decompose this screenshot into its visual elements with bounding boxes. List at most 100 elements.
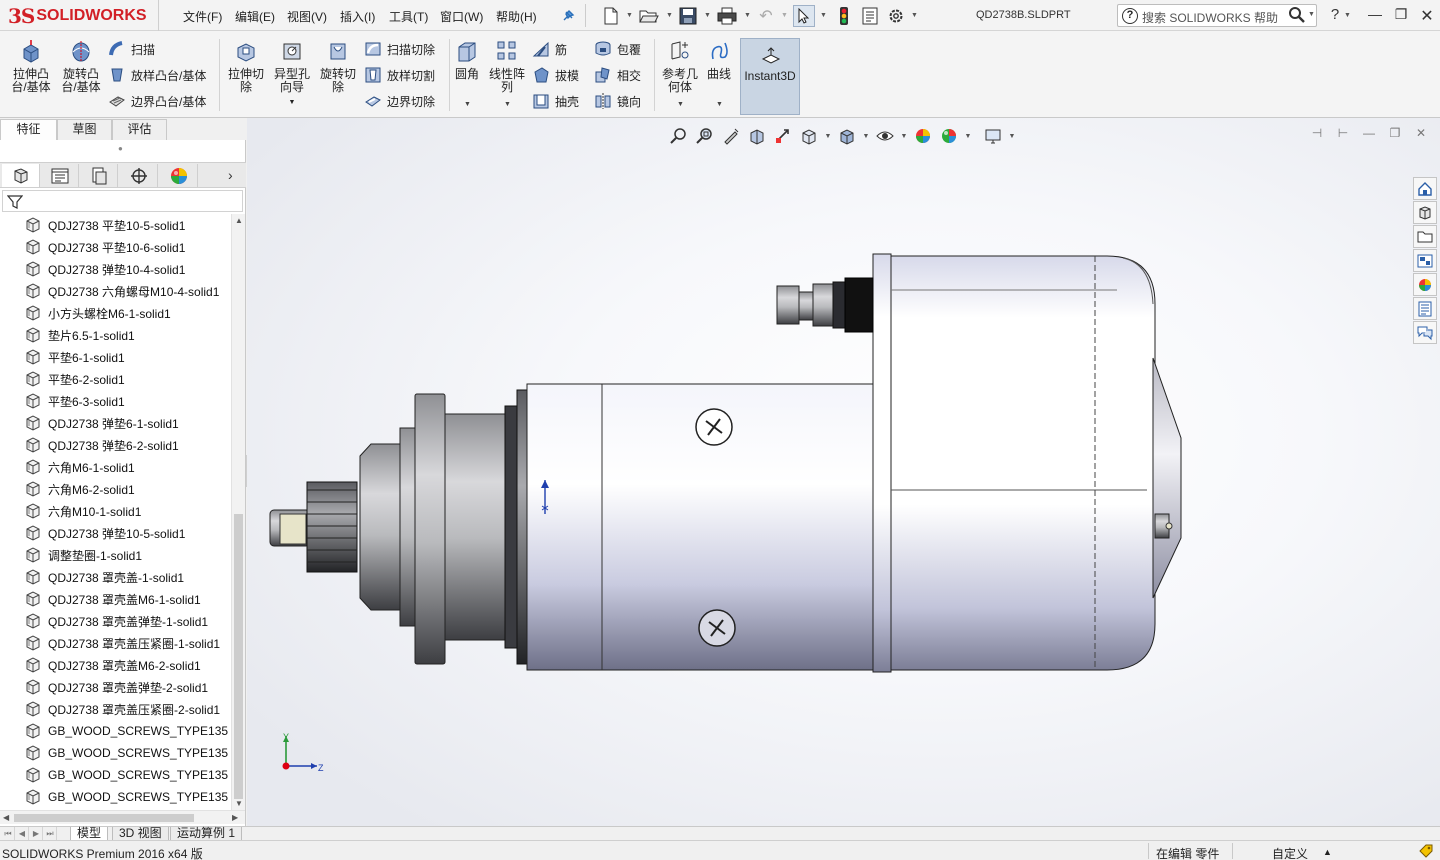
- extrude-cut-button[interactable]: 拉伸切 除: [224, 39, 268, 94]
- close-window-icon[interactable]: ✕: [1416, 6, 1438, 26]
- next-tab-arrow-icon[interactable]: ▶: [30, 827, 43, 840]
- tree-item[interactable]: QDJ2738 罩壳盖压紧圈-2-solid1: [0, 698, 231, 720]
- restore-window-icon[interactable]: ❐: [1390, 6, 1412, 23]
- tree-item[interactable]: QDJ2738 罩壳盖-1-solid1: [0, 566, 231, 588]
- prev-tab-arrow-icon[interactable]: ◀: [16, 827, 29, 840]
- tab-3d-view[interactable]: 3D 视图: [112, 827, 169, 841]
- unit-system-selector[interactable]: 自定义: [1272, 845, 1308, 860]
- tree-filter-field[interactable]: [2, 190, 243, 212]
- revolve-cut-button[interactable]: 旋转切 除: [316, 39, 360, 94]
- tree-item[interactable]: QDJ2738 六角螺母M10-4-solid1: [0, 280, 231, 302]
- boundary-cut-button[interactable]: 边界切除: [364, 91, 435, 111]
- menu-window[interactable]: 窗口(W): [440, 8, 483, 25]
- configuration-manager-tab[interactable]: [80, 164, 118, 187]
- custom-properties-icon[interactable]: [1413, 297, 1437, 320]
- tree-item[interactable]: QDJ2738 弹垫6-2-solid1: [0, 434, 231, 456]
- hole-wizard-button[interactable]: 异型孔 向导 ▼: [270, 39, 314, 109]
- feature-manager-tab[interactable]: [2, 164, 40, 187]
- minimize-window-icon[interactable]: —: [1364, 6, 1386, 22]
- pin-icon[interactable]: [557, 5, 579, 27]
- undo-icon[interactable]: ↶: [755, 5, 777, 27]
- curves-button[interactable]: 曲线: [703, 39, 735, 81]
- chevron-down-icon[interactable]: ▼: [781, 12, 788, 19]
- chevron-down-icon[interactable]: ▼: [823, 133, 833, 140]
- chevron-down-icon[interactable]: ▼: [504, 101, 511, 108]
- tree-item[interactable]: QDJ2738 平垫10-5-solid1: [0, 214, 231, 236]
- dynamic-annotation-icon[interactable]: [771, 125, 795, 147]
- boundary-boss-button[interactable]: 边界凸台/基体: [108, 91, 206, 111]
- help-search-placeholder[interactable]: 搜索 SOLIDWORKS 帮助: [1142, 9, 1278, 26]
- tree-item[interactable]: QDJ2738 弹垫10-5-solid1: [0, 522, 231, 544]
- zoom-to-area-icon[interactable]: [693, 125, 717, 147]
- wrap-button[interactable]: 包覆: [594, 39, 641, 59]
- tree-item[interactable]: QDJ2738 平垫10-6-solid1: [0, 236, 231, 258]
- chevron-down-icon[interactable]: ▼: [1308, 11, 1315, 18]
- view-settings-monitor-icon[interactable]: [981, 125, 1005, 147]
- tree-item[interactable]: 垫片6.5-1-solid1: [0, 324, 231, 346]
- tree-item[interactable]: 六角M10-1-solid1: [0, 500, 231, 522]
- forum-chat-icon[interactable]: [1413, 321, 1437, 344]
- fillet-button[interactable]: 圆角: [452, 39, 482, 81]
- more-tabs-arrow-icon[interactable]: ›: [228, 167, 233, 183]
- tree-item[interactable]: QDJ2738 弹垫6-1-solid1: [0, 412, 231, 434]
- scroll-left-arrow-icon[interactable]: ◀: [3, 813, 9, 822]
- menu-insert[interactable]: 插入(I): [340, 8, 375, 25]
- tab-model[interactable]: 模型: [70, 827, 109, 841]
- file-properties-icon[interactable]: [859, 5, 881, 27]
- extrude-boss-button[interactable]: 拉伸凸 台/基体: [8, 39, 54, 94]
- chevron-down-icon[interactable]: ▼: [820, 12, 827, 19]
- tile-left-icon[interactable]: ⊣: [1307, 126, 1327, 140]
- tree-horizontal-scrollbar[interactable]: ◀ ▶: [0, 810, 245, 824]
- chevron-down-icon[interactable]: ▼: [666, 12, 673, 19]
- tag-icon[interactable]: [1418, 843, 1434, 860]
- solidworks-logo-area[interactable]: 3S SOLIDWORKS: [0, 0, 159, 31]
- print-icon[interactable]: [716, 5, 738, 27]
- tab-evaluate[interactable]: 评估: [112, 119, 167, 140]
- view-palette-icon[interactable]: [1413, 249, 1437, 272]
- chevron-down-icon[interactable]: ▼: [899, 133, 909, 140]
- tree-item[interactable]: 平垫6-2-solid1: [0, 368, 231, 390]
- chevron-down-icon[interactable]: ▼: [704, 12, 711, 19]
- lofted-cut-button[interactable]: 放样切割: [364, 65, 435, 85]
- chevron-down-icon[interactable]: ▼: [626, 12, 633, 19]
- tree-vertical-scrollbar[interactable]: ▲ ▼: [231, 214, 245, 810]
- reference-geometry-button[interactable]: 参考几 何体: [659, 39, 701, 94]
- zoom-to-fit-icon[interactable]: [667, 125, 691, 147]
- scroll-thumb[interactable]: [14, 814, 194, 822]
- instant3d-toggle-button[interactable]: Instant3D: [740, 38, 800, 115]
- tree-item[interactable]: QDJ2738 罩壳盖M6-1-solid1: [0, 588, 231, 610]
- tree-item[interactable]: QDJ2738 罩壳盖弹垫-2-solid1: [0, 676, 231, 698]
- solidworks-resources-home-icon[interactable]: [1413, 177, 1437, 200]
- help-icon[interactable]: ?: [1324, 6, 1346, 23]
- property-manager-tab[interactable]: [41, 164, 79, 187]
- chevron-down-icon[interactable]: ▼: [744, 12, 751, 19]
- chevron-down-icon[interactable]: ▼: [1007, 133, 1017, 140]
- loft-boss-button[interactable]: 放样凸台/基体: [108, 65, 206, 85]
- apply-scene-icon[interactable]: [937, 125, 961, 147]
- sweep-button[interactable]: 扫描: [108, 39, 155, 59]
- menu-view[interactable]: 视图(V): [287, 8, 327, 25]
- file-explorer-folder-icon[interactable]: [1413, 225, 1437, 248]
- open-folder-icon[interactable]: [638, 5, 660, 27]
- graphics-area[interactable]: ▼ ▼ ▼ ▼ ▼ ⊣ ⊢ — ❐ ✕ Y Z: [247, 118, 1440, 826]
- close-document-icon[interactable]: ✕: [1411, 126, 1431, 140]
- chevron-down-icon[interactable]: ▼: [1344, 12, 1351, 19]
- tree-item[interactable]: 六角M6-2-solid1: [0, 478, 231, 500]
- revolve-boss-button[interactable]: 旋转凸 台/基体: [58, 39, 104, 94]
- chevron-down-icon[interactable]: ▼: [861, 133, 871, 140]
- restore-document-icon[interactable]: ❐: [1385, 126, 1405, 140]
- tab-motion-study-1[interactable]: 运动算例 1: [170, 827, 243, 841]
- tree-item[interactable]: GB_WOOD_SCREWS_TYPE135 8: [0, 764, 231, 786]
- tree-item[interactable]: 小方头螺栓M6-1-solid1: [0, 302, 231, 324]
- chevron-down-icon[interactable]: ▼: [963, 133, 973, 140]
- tree-item[interactable]: QDJ2738 罩壳盖M6-2-solid1: [0, 654, 231, 676]
- menu-file[interactable]: 文件(F): [183, 8, 222, 25]
- tree-item[interactable]: QDJ2738 弹垫10-4-solid1: [0, 258, 231, 280]
- design-library-icon[interactable]: [1413, 201, 1437, 224]
- tab-features[interactable]: 特征: [0, 119, 57, 140]
- starter-motor-model[interactable]: [247, 118, 1440, 826]
- menu-tools[interactable]: 工具(T): [389, 8, 428, 25]
- display-style-icon[interactable]: [835, 125, 859, 147]
- chevron-down-icon[interactable]: ▼: [677, 101, 684, 108]
- chevron-down-icon[interactable]: ▼: [911, 12, 918, 19]
